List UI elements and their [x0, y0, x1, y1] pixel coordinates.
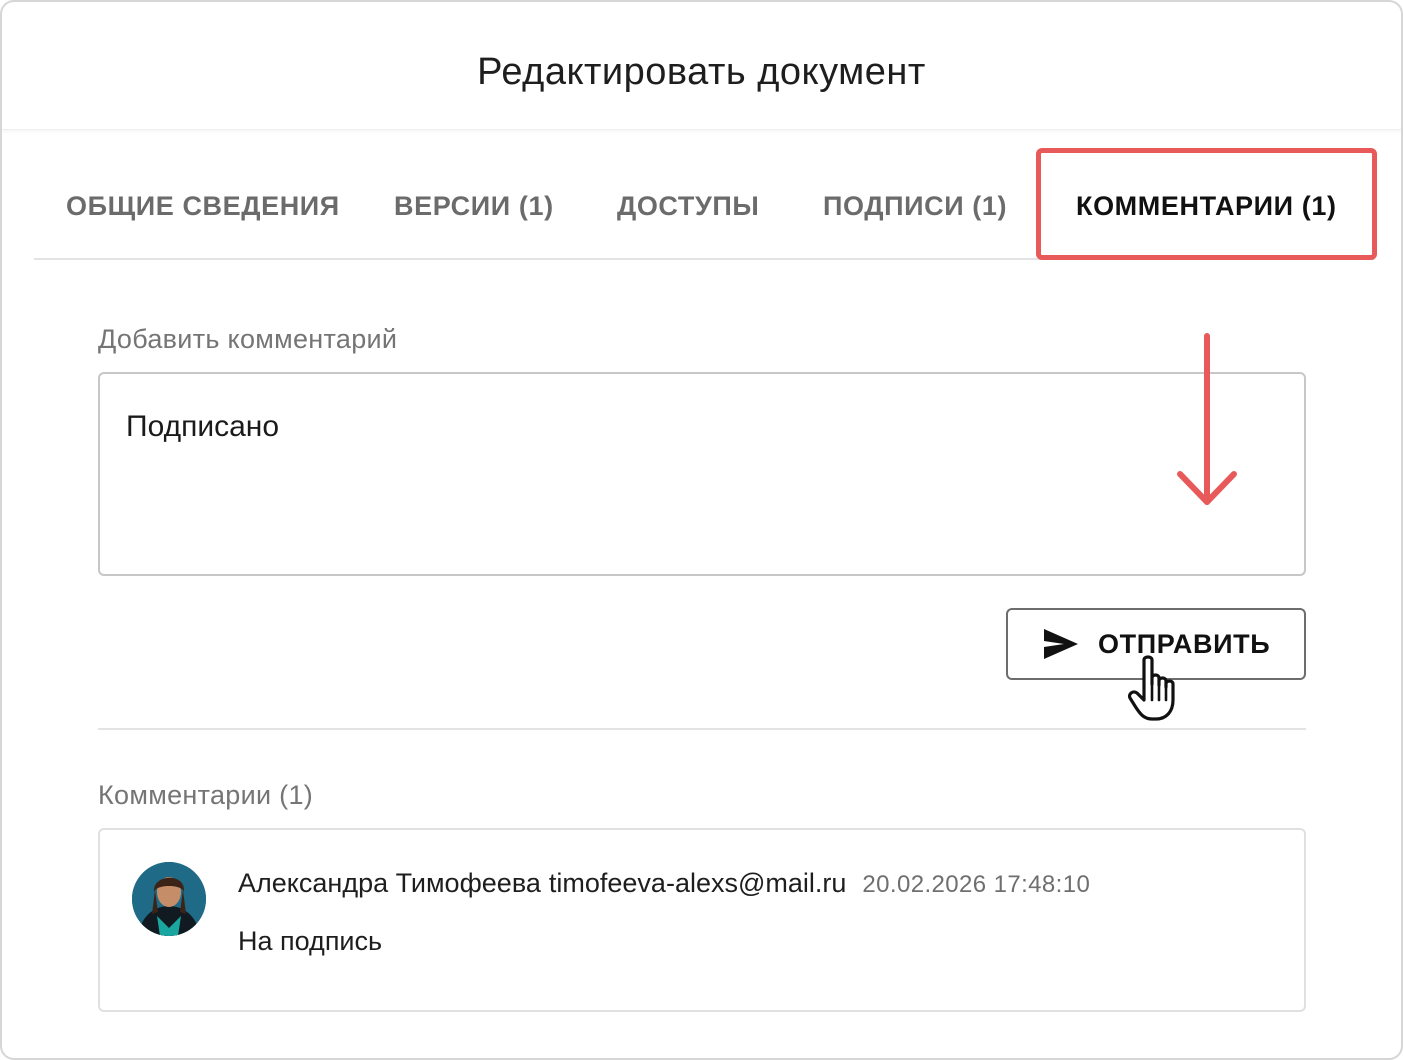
comment-author-email: timofeeva-alexs@mail.ru	[548, 868, 847, 898]
add-comment-label: Добавить комментарий	[98, 324, 398, 354]
tab-signatures[interactable]: ПОДПИСИ (1)	[823, 152, 1007, 260]
dialog-title: Редактировать документ	[477, 51, 926, 93]
tab-access[interactable]: ДОСТУПЫ	[617, 152, 759, 260]
comment-card: Александра Тимофеева timofeeva-alexs@mai…	[98, 828, 1306, 1012]
comment-author-line: Александра Тимофеева timofeeva-alexs@mai…	[238, 868, 1090, 899]
comment-input[interactable]: Подписано	[98, 372, 1306, 576]
tab-bar: ОБЩИЕ СВЕДЕНИЯ ВЕРСИИ (1) ДОСТУПЫ ПОДПИС…	[34, 152, 1374, 260]
comment-timestamp: 20.02.2026 17:48:10	[862, 871, 1091, 898]
avatar-photo	[132, 862, 206, 936]
dialog-header: Редактировать документ	[2, 2, 1401, 130]
comment-text: На подпись	[238, 926, 383, 956]
tab-comments[interactable]: КОММЕНТАРИИ (1)	[1076, 152, 1337, 260]
avatar	[132, 862, 206, 936]
comment-author: Александра Тимофеева	[238, 868, 541, 898]
comments-label: Комментарии (1)	[98, 780, 314, 810]
tab-versions[interactable]: ВЕРСИИ (1)	[394, 152, 554, 260]
send-icon	[1044, 629, 1078, 659]
tab-general-info[interactable]: ОБЩИЕ СВЕДЕНИЯ	[66, 152, 340, 260]
send-button[interactable]: ОТПРАВИТЬ	[1006, 608, 1306, 680]
send-button-label: ОТПРАВИТЬ	[1098, 628, 1271, 659]
section-divider	[98, 728, 1306, 730]
